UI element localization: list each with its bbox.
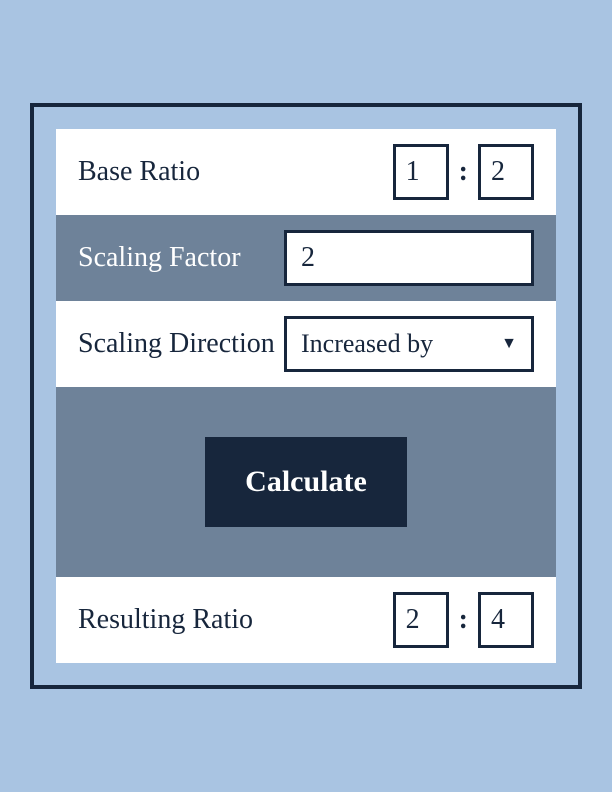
- scaling-direction-selected: Increased by: [301, 329, 433, 359]
- scaling-direction-label: Scaling Direction: [78, 328, 275, 360]
- base-ratio-row: Base Ratio :: [56, 129, 556, 215]
- scaling-direction-select[interactable]: Increased by ▼: [284, 316, 534, 372]
- app-background: Base Ratio : Scaling Factor Scaling Dire…: [0, 0, 612, 792]
- scaling-factor-row: Scaling Factor: [56, 215, 556, 301]
- resulting-ratio-group: :: [393, 592, 534, 648]
- resulting-ratio-label: Resulting Ratio: [78, 604, 253, 636]
- base-ratio-group: :: [393, 144, 534, 200]
- calculator-panel: Base Ratio : Scaling Factor Scaling Dire…: [30, 103, 582, 689]
- scaling-direction-row: Scaling Direction Increased by ▼: [56, 301, 556, 387]
- resulting-ratio-a-input[interactable]: [393, 592, 449, 648]
- chevron-down-icon: ▼: [501, 335, 517, 353]
- base-ratio-colon: :: [459, 156, 468, 188]
- resulting-ratio-b-input[interactable]: [478, 592, 534, 648]
- base-ratio-b-input[interactable]: [478, 144, 534, 200]
- calculate-button[interactable]: Calculate: [205, 437, 407, 527]
- resulting-ratio-colon: :: [459, 604, 468, 636]
- calculate-row: Calculate: [56, 387, 556, 577]
- scaling-factor-input[interactable]: [284, 230, 534, 286]
- base-ratio-label: Base Ratio: [78, 156, 200, 188]
- scaling-factor-label: Scaling Factor: [78, 242, 241, 274]
- resulting-ratio-row: Resulting Ratio :: [56, 577, 556, 663]
- base-ratio-a-input[interactable]: [393, 144, 449, 200]
